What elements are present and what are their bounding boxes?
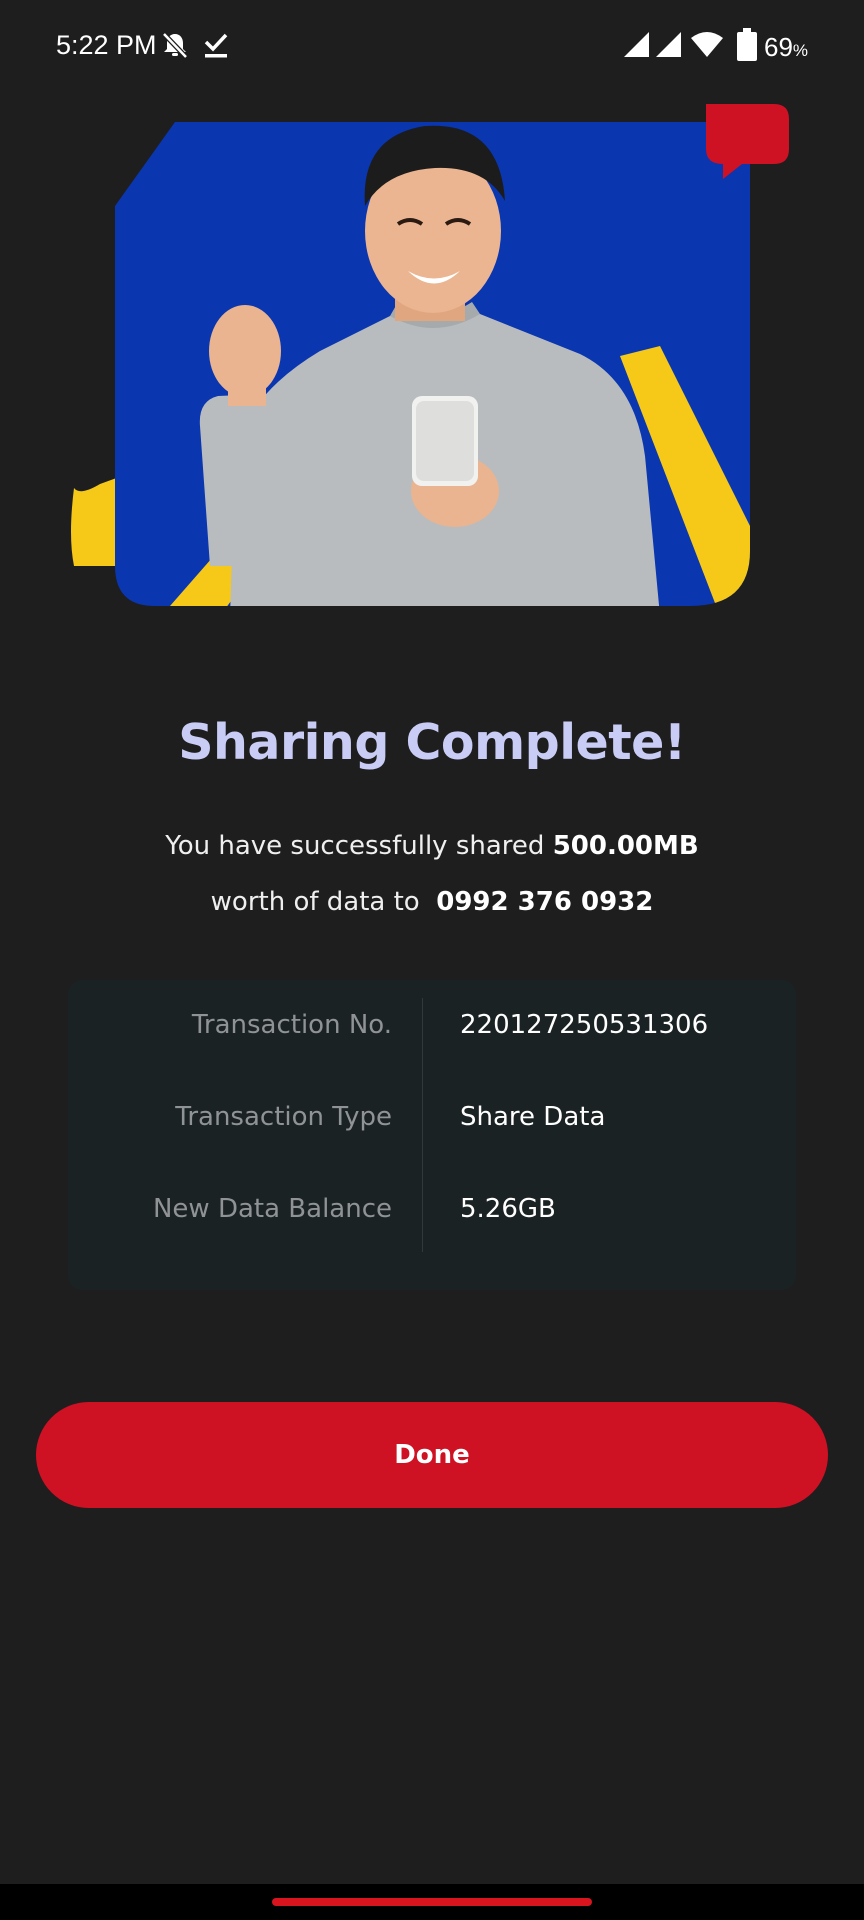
battery-level: 69%: [764, 32, 809, 62]
done-button[interactable]: Done: [36, 1402, 828, 1508]
status-bar: 5:22 PM 69%: [0, 0, 864, 96]
message-text: You have successfully shared: [165, 831, 553, 861]
navigation-bar: [0, 1884, 864, 1920]
home-indicator[interactable]: [272, 1898, 592, 1906]
signal-icon: [622, 30, 650, 62]
signal-icon: [654, 30, 682, 62]
hero-illustration: [60, 96, 800, 616]
detail-value: Share Data: [460, 1102, 606, 1132]
shared-amount: 500.00MB: [552, 831, 699, 861]
detail-value: 220127250531306: [460, 1010, 709, 1040]
status-time: 5:22 PM: [56, 30, 157, 60]
success-message-line2: worth of data to 0992 376 0932: [0, 874, 864, 930]
detail-label: Transaction No.: [191, 1010, 392, 1040]
detail-row-transaction-type: Transaction Type Share Data: [68, 1094, 796, 1144]
detail-value: 5.26GB: [460, 1194, 556, 1224]
recipient-number: 0992 376 0932: [436, 887, 654, 917]
transaction-details-card: Transaction No. 220127250531306 Transact…: [68, 980, 796, 1290]
detail-row-new-data-balance: New Data Balance 5.26GB: [68, 1186, 796, 1236]
wifi-icon: [690, 30, 724, 62]
battery-icon: [736, 28, 758, 66]
message-text: worth of data to: [210, 887, 428, 917]
detail-label: New Data Balance: [152, 1194, 392, 1224]
page-title: Sharing Complete!: [178, 714, 686, 771]
detail-row-transaction-no: Transaction No. 220127250531306: [68, 1002, 796, 1052]
detail-label: Transaction Type: [175, 1102, 392, 1132]
dnd-bell-off-icon: [160, 30, 190, 64]
checkmark-download-icon: [202, 30, 230, 64]
success-message-line1: You have successfully shared 500.00MB: [0, 818, 864, 874]
